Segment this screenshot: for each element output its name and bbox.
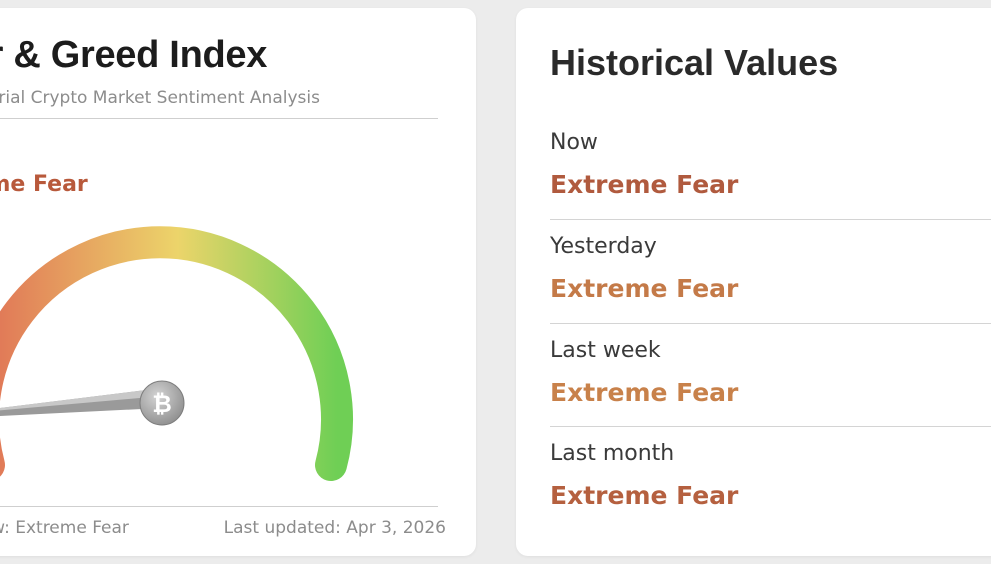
svg-text:₿: ₿ <box>152 390 172 418</box>
history-divider <box>550 323 991 324</box>
last-updated: Last updated: Apr 3, 2026 <box>223 518 446 538</box>
history-value: Extreme Fear <box>550 170 739 199</box>
history-value: Extreme Fear <box>550 481 739 510</box>
history-divider <box>550 219 991 220</box>
gauge-arc <box>0 226 353 481</box>
sentiment-gauge: ₿ <box>0 226 353 481</box>
footer-divider <box>0 506 438 507</box>
fear-greed-card: Fear & Greed Index Multifactorial Crypto… <box>0 8 476 556</box>
history-row-yesterday: Yesterday Extreme Fear <box>516 234 991 337</box>
history-divider <box>550 426 991 427</box>
history-row-last-month: Last month Extreme Fear <box>516 441 991 544</box>
historical-title: Historical Values <box>550 42 839 83</box>
historical-values-card: Historical Values Now Extreme Fear Yeste… <box>516 8 991 556</box>
history-row-now: Now Extreme Fear <box>516 130 991 233</box>
footer-now: Now: Extreme Fear <box>0 518 129 538</box>
history-value: Extreme Fear <box>550 378 739 407</box>
history-label: Last month <box>550 441 675 466</box>
history-value: Extreme Fear <box>550 274 739 303</box>
history-label: Last week <box>550 338 661 363</box>
history-label: Now <box>550 130 598 155</box>
history-label: Yesterday <box>550 234 657 259</box>
bitcoin-icon: ₿ <box>139 380 185 426</box>
